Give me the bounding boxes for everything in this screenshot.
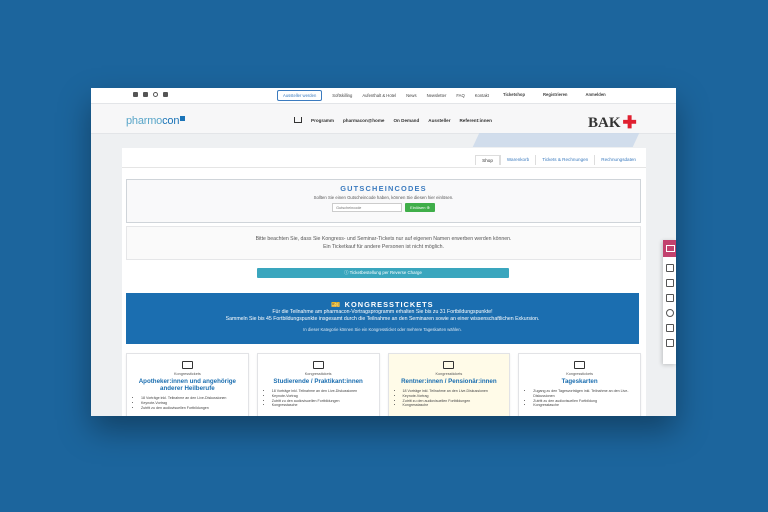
- shop-tabs: Shop Warenkorb Tickets & Rechnungen Rech…: [475, 155, 642, 165]
- card-features: 18 Vorträge inkl. Teilnahme an den Live-…: [389, 389, 510, 408]
- pharmacon-logo[interactable]: pharmocon: [126, 115, 186, 127]
- logo-text: pharmo: [126, 115, 163, 127]
- calendar-icon[interactable]: [665, 339, 674, 347]
- tab-cart[interactable]: Warenkorb: [499, 155, 535, 165]
- coupon-box: GUTSCHEINCODES Sollten Sie einen Gutsche…: [126, 179, 641, 223]
- notice-box: Bitte beachten Sie, dass Sie Kongress- u…: [126, 226, 641, 260]
- card-category: Kongresstickets: [435, 372, 463, 376]
- nav-speakers[interactable]: Referent:innen: [459, 118, 491, 123]
- ticket-icon[interactable]: [663, 240, 676, 257]
- login-icon[interactable]: [665, 294, 674, 302]
- login-link[interactable]: Anmelden: [585, 92, 605, 97]
- contact-link[interactable]: Kontakt: [475, 93, 489, 98]
- banner-note: In dieser Kategorie können Sie ein Kongr…: [303, 327, 462, 332]
- main-nav: pharmocon Programm pharmacon@home On Dem…: [91, 104, 676, 134]
- linkedin-icon[interactable]: [133, 92, 138, 97]
- banner-line-1: Für die Teilnahme am pharmacon-Vortragsp…: [272, 309, 493, 315]
- instagram-icon[interactable]: [153, 92, 158, 97]
- reverse-charge-button[interactable]: ⓘ Ticketbestellung per Reverse Charge: [257, 268, 509, 278]
- card-feature: Zugang zu den Tagesvorträgen inkl. Teiln…: [533, 389, 636, 399]
- nav-program[interactable]: Programm: [311, 118, 334, 123]
- hotel-link[interactable]: Aufenthalt & Hotel: [362, 93, 396, 98]
- card-title: Tageskarten: [561, 378, 598, 385]
- ticket-icon: [181, 361, 193, 369]
- card-title: Studierende / Praktikant:innen: [273, 378, 363, 385]
- utility-bar: Aussteller werden Softskilling Aufenthal…: [91, 88, 676, 104]
- book-icon[interactable]: [665, 324, 674, 332]
- notice-line-1: Bitte beachten Sie, dass Sie Kongress- u…: [255, 236, 512, 242]
- decorative-stripe: [472, 133, 640, 147]
- youtube-icon[interactable]: [163, 92, 168, 97]
- browser-window: Aussteller werden Softskilling Aufenthal…: [91, 88, 676, 416]
- ticket-card-pharmacists[interactable]: Kongresstickets Apotheker:innen und ange…: [126, 353, 249, 416]
- exhibitor-link[interactable]: Aussteller werden: [277, 90, 323, 101]
- ticket-card-retirees[interactable]: Kongresstickets Rentner:innen / Pensionä…: [387, 353, 511, 416]
- tab-shop[interactable]: Shop: [475, 155, 500, 165]
- home-icon[interactable]: [294, 117, 302, 123]
- shop-panel: Shop Warenkorb Tickets & Rechnungen Rech…: [122, 148, 646, 416]
- coupon-title: GUTSCHEINCODES: [340, 184, 427, 193]
- banner-line-2: Sammeln Sie bis 45 Fortbildungspunkte in…: [225, 316, 540, 322]
- register-link[interactable]: Registrieren: [543, 92, 567, 97]
- utility-links: Aussteller werden Softskilling Aufenthal…: [277, 90, 489, 101]
- tab-tickets[interactable]: Tickets & Rechnungen: [535, 155, 594, 165]
- nav-exhibitors[interactable]: Aussteller: [428, 118, 450, 123]
- nav-links: Programm pharmacon@home On Demand Ausste…: [294, 117, 492, 123]
- nav-home[interactable]: pharmacon@home: [343, 118, 385, 123]
- card-feature: Kongresstasche: [403, 403, 506, 408]
- newsletter-link[interactable]: Newsletter: [427, 93, 447, 98]
- gift-icon[interactable]: [665, 264, 674, 272]
- hotel-icon[interactable]: [665, 279, 674, 287]
- card-features: 18 Vorträge inkl. Teilnahme an den Live-…: [127, 396, 248, 410]
- card-features: Zugang zu den Tagesvorträgen inkl. Teiln…: [519, 389, 640, 408]
- ticket-cards: Kongresstickets Apotheker:innen und ange…: [126, 353, 641, 416]
- card-feature: Kongresstasche: [272, 403, 375, 408]
- softskilling-link[interactable]: Softskilling: [332, 93, 352, 98]
- redeem-button[interactable]: Einlösen ⊕: [405, 203, 435, 212]
- coupon-text: Sollten Sie einen Gutscheincode haben, k…: [313, 195, 454, 200]
- card-category: Kongresstickets: [173, 372, 201, 376]
- apotheke-a-icon: ✚: [622, 113, 637, 132]
- card-feature: Kongresstasche: [533, 403, 636, 408]
- banner-title-text: KONGRESSTICKETS: [344, 300, 434, 309]
- nav-on-demand[interactable]: On Demand: [393, 118, 419, 123]
- floating-sidebar: [663, 240, 676, 364]
- notice-line-2: Ein Ticketkauf für andere Personen ist n…: [323, 244, 444, 250]
- banner-title: 🎫 KONGRESSTICKETS: [331, 300, 434, 309]
- card-category: Kongresstickets: [566, 372, 594, 376]
- card-features: 18 Vorträge inkl. Teilnahme an den Live-…: [258, 389, 379, 408]
- news-link[interactable]: News: [406, 93, 416, 98]
- redeem-label: Einlösen: [410, 205, 426, 210]
- ticket-card-students[interactable]: Kongresstickets Studierende / Praktikant…: [256, 353, 380, 416]
- ticket-card-day-pass[interactable]: Kongresstickets Tageskarten Zugang zu de…: [518, 353, 641, 416]
- card-category: Kongresstickets: [304, 372, 332, 376]
- bak-text: BAK: [588, 114, 621, 131]
- card-title: Rentner:innen / Pensionär:innen: [401, 378, 497, 385]
- reverse-charge-label: Ticketbestellung per Reverse Charge: [349, 270, 422, 275]
- coupon-input[interactable]: [332, 203, 403, 212]
- card-title: Apotheker:innen und angehörige anderer H…: [138, 378, 237, 392]
- tab-billing[interactable]: Rechnungsdaten: [594, 155, 642, 165]
- account-links: Ticketshop Registrieren Anmelden: [503, 92, 606, 97]
- congress-tickets-banner: 🎫 KONGRESSTICKETS Für die Teilnahme am p…: [126, 293, 639, 344]
- ticket-icon: [443, 361, 455, 369]
- faq-link[interactable]: FAQ: [456, 93, 464, 98]
- bak-logo[interactable]: BAK ✚: [588, 113, 637, 133]
- divider: [122, 167, 646, 168]
- ticket-icon: [574, 361, 586, 369]
- help-icon[interactable]: [665, 309, 674, 317]
- ticketshop-link[interactable]: Ticketshop: [503, 92, 525, 97]
- logo-text-accent: con: [162, 115, 180, 127]
- card-feature: Zutritt zu den audiovisuellen Fortbildun…: [141, 406, 244, 411]
- facebook-icon[interactable]: [143, 92, 148, 97]
- social-links: [133, 92, 168, 97]
- ticket-icon: [312, 361, 324, 369]
- logo-cube-icon: [180, 116, 186, 121]
